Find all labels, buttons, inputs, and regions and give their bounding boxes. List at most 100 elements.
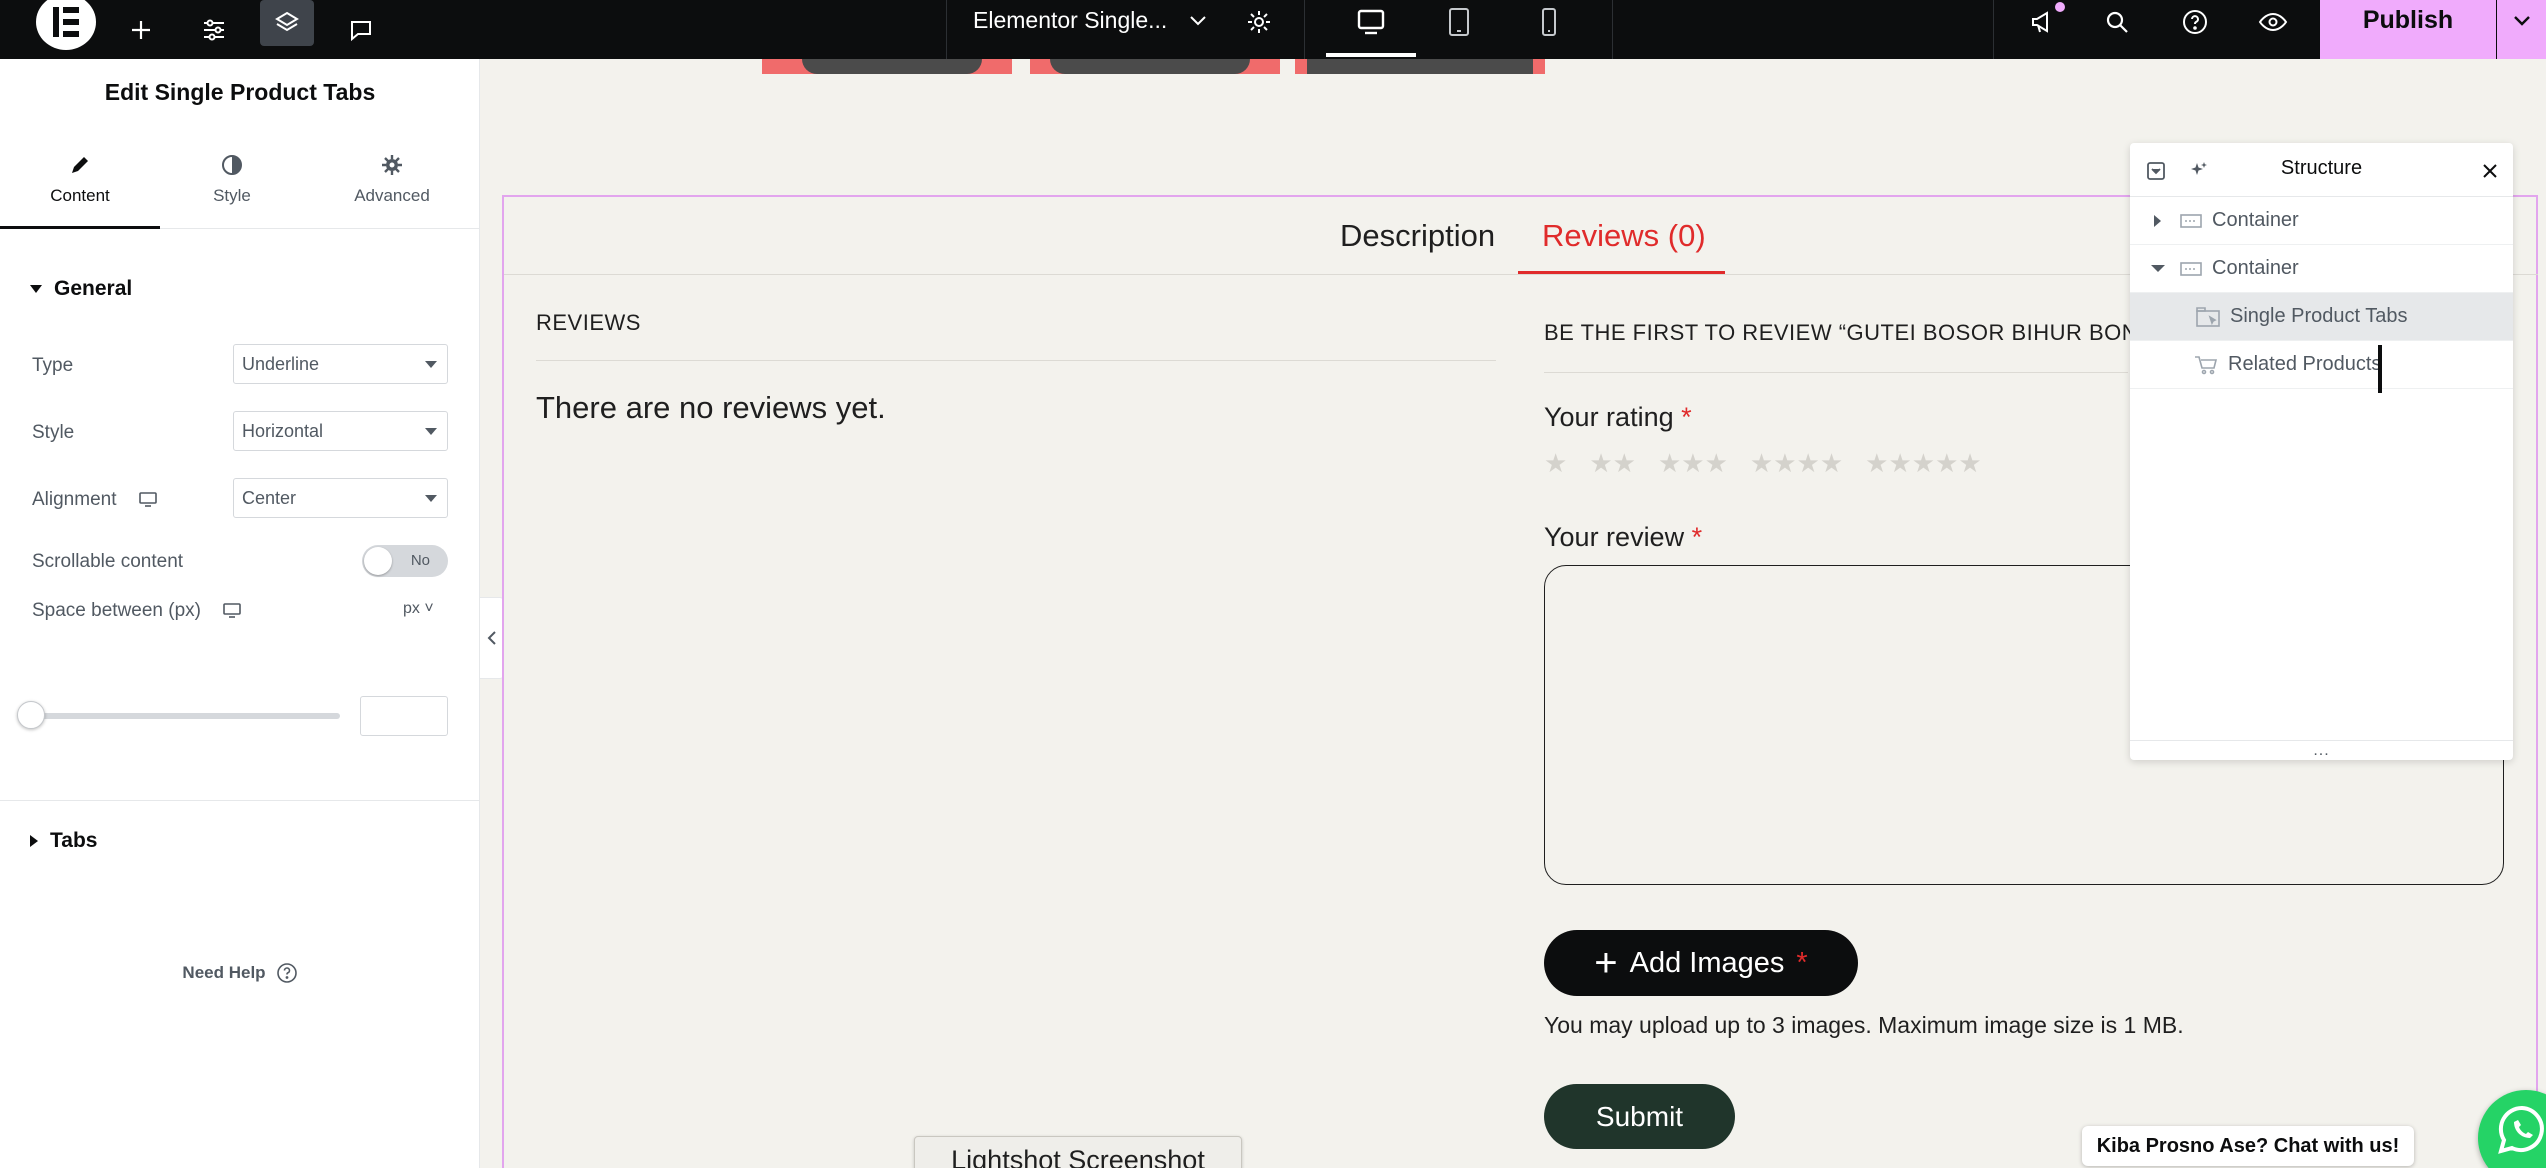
structure-button[interactable] bbox=[260, 0, 314, 46]
document-title-text: Elementor Single... bbox=[973, 7, 1168, 33]
rating-2-stars[interactable]: ★ ★ bbox=[1589, 450, 1636, 476]
tab-advanced[interactable]: Advanced bbox=[312, 144, 472, 229]
star-icon: ★ bbox=[1657, 448, 1682, 478]
gear-icon bbox=[1248, 10, 1270, 33]
reviews-heading: REVIEWS bbox=[536, 310, 641, 335]
type-select-value: Underline bbox=[242, 353, 320, 374]
lightshot-tooltip: Lightshot Screenshot bbox=[914, 1136, 1242, 1168]
type-select[interactable]: Underline bbox=[233, 344, 448, 384]
desktop-icon[interactable] bbox=[223, 603, 241, 619]
tab-content[interactable]: Content bbox=[0, 144, 160, 229]
tab-description[interactable]: Description bbox=[1340, 218, 1495, 254]
sliders-icon bbox=[204, 19, 224, 40]
scroll-indicator bbox=[2378, 345, 2382, 393]
star-icon: ★ bbox=[1681, 448, 1705, 478]
elementor-logo-icon[interactable] bbox=[36, 0, 96, 50]
help-icon bbox=[2183, 9, 2207, 34]
review-form-title: BE THE FIRST TO REVIEW “GUTEI BOSOR BIHU… bbox=[1544, 320, 2134, 345]
section-tabs-toggle[interactable]: Tabs bbox=[30, 829, 97, 853]
desktop-icon[interactable] bbox=[138, 492, 157, 508]
style-select-value: Horizontal bbox=[242, 420, 324, 441]
chevron-down-icon bbox=[1190, 15, 1207, 25]
finder-button[interactable] bbox=[2084, 0, 2150, 51]
scrollable-toggle[interactable]: No bbox=[362, 545, 448, 577]
notes-button[interactable] bbox=[328, 0, 394, 59]
divider bbox=[946, 0, 947, 59]
structure-item-related-products[interactable]: Related Products bbox=[2130, 341, 2513, 389]
divider bbox=[1993, 0, 1994, 59]
chat-prompt[interactable]: Kiba Prosno Ase? Chat with us! bbox=[2082, 1126, 2414, 1166]
container-icon bbox=[2180, 261, 2202, 276]
eye-icon bbox=[2258, 12, 2288, 31]
help-button[interactable] bbox=[2162, 0, 2228, 51]
whatsapp-icon bbox=[2498, 1105, 2544, 1154]
style-select[interactable]: Horizontal bbox=[233, 411, 448, 451]
preview-button[interactable] bbox=[2240, 0, 2306, 51]
tablet-view-button[interactable] bbox=[1426, 0, 1492, 51]
submit-button[interactable]: Submit bbox=[1544, 1084, 1735, 1149]
product-image bbox=[1030, 59, 1280, 74]
chevron-down-icon bbox=[2513, 15, 2530, 26]
page-settings-button[interactable] bbox=[1226, 0, 1292, 51]
document-title[interactable]: Elementor Single... bbox=[973, 0, 1207, 41]
structure-resize-handle[interactable]: ... bbox=[2130, 740, 2513, 760]
rating-5-stars[interactable]: ★ ★ ★ ★ ★ bbox=[1865, 450, 1982, 476]
publish-button[interactable]: Publish bbox=[2320, 0, 2496, 59]
star-icon: ★ bbox=[1749, 448, 1774, 478]
alignment-select[interactable]: Center bbox=[233, 478, 448, 518]
add-element-button[interactable] bbox=[108, 0, 174, 59]
structure-item-single-product-tabs[interactable]: Single Product Tabs bbox=[2130, 293, 2513, 341]
panel-tabs: Content Style Advanced bbox=[0, 144, 480, 229]
caret-down-icon[interactable] bbox=[2151, 265, 2165, 272]
star-rating[interactable]: ★ ★ ★ ★ ★ ★ ★ ★ ★ ★ ★ ★ ★ ★ ★ bbox=[1544, 450, 2004, 476]
divider bbox=[0, 800, 480, 801]
need-help-link[interactable]: Need Help bbox=[0, 962, 480, 984]
section-general-toggle[interactable]: General bbox=[30, 277, 132, 301]
cart-icon bbox=[2195, 355, 2218, 374]
rating-label: Your rating * bbox=[1544, 402, 1692, 433]
product-tabs-icon bbox=[2196, 306, 2220, 327]
star-icon: ★ bbox=[1589, 448, 1613, 478]
star-icon: ★ bbox=[1544, 448, 1568, 478]
rating-3-stars[interactable]: ★ ★ ★ bbox=[1658, 450, 1728, 476]
space-number-input[interactable] bbox=[360, 696, 448, 736]
help-icon bbox=[276, 963, 297, 983]
structure-item-container[interactable]: Container bbox=[2130, 245, 2513, 293]
caret-down-icon bbox=[425, 495, 437, 502]
site-settings-button[interactable] bbox=[181, 0, 247, 59]
close-icon[interactable] bbox=[2483, 164, 2497, 178]
upload-note: You may upload up to 3 images. Maximum i… bbox=[1544, 1012, 2184, 1038]
top-bar: Elementor Single... Publish bbox=[0, 0, 2546, 59]
collapse-panel-button[interactable] bbox=[480, 597, 504, 679]
structure-title: Structure bbox=[2280, 157, 2363, 179]
caret-down-icon bbox=[425, 361, 437, 368]
whats-new-button[interactable] bbox=[2010, 0, 2076, 51]
desktop-view-button[interactable] bbox=[1338, 0, 1404, 51]
divider bbox=[1612, 0, 1613, 59]
plus-icon bbox=[132, 20, 150, 39]
mobile-view-button[interactable] bbox=[1516, 0, 1582, 51]
space-slider-handle[interactable] bbox=[17, 701, 45, 729]
notification-dot bbox=[2055, 2, 2065, 12]
tab-reviews[interactable]: Reviews (0) bbox=[1542, 218, 1706, 254]
style-label: Style bbox=[32, 422, 75, 443]
caret-right-icon[interactable] bbox=[2154, 214, 2161, 227]
add-images-button[interactable]: + Add Images * bbox=[1544, 930, 1858, 996]
star-icon: ★ bbox=[1612, 448, 1636, 478]
star-icon: ★ bbox=[1935, 448, 1959, 478]
structure-item-label: Single Product Tabs bbox=[2230, 305, 2408, 327]
search-icon bbox=[2106, 11, 2128, 33]
panel-title: Edit Single Product Tabs bbox=[104, 79, 376, 105]
rating-1-star[interactable]: ★ bbox=[1544, 450, 1567, 476]
alignment-select-value: Center bbox=[242, 487, 297, 508]
unit-select[interactable]: px ˅ bbox=[403, 600, 434, 618]
tab-style[interactable]: Style bbox=[152, 144, 312, 229]
toggle-knob bbox=[364, 547, 392, 575]
pencil-icon bbox=[72, 157, 88, 173]
publish-options-button[interactable] bbox=[2496, 0, 2546, 59]
structure-item-label: Container bbox=[2212, 209, 2299, 231]
space-slider-track[interactable] bbox=[30, 713, 340, 719]
rating-4-stars[interactable]: ★ ★ ★ ★ bbox=[1750, 450, 1843, 476]
structure-item-container[interactable]: Container bbox=[2130, 197, 2513, 245]
structure-header: Structure bbox=[2130, 143, 2513, 197]
